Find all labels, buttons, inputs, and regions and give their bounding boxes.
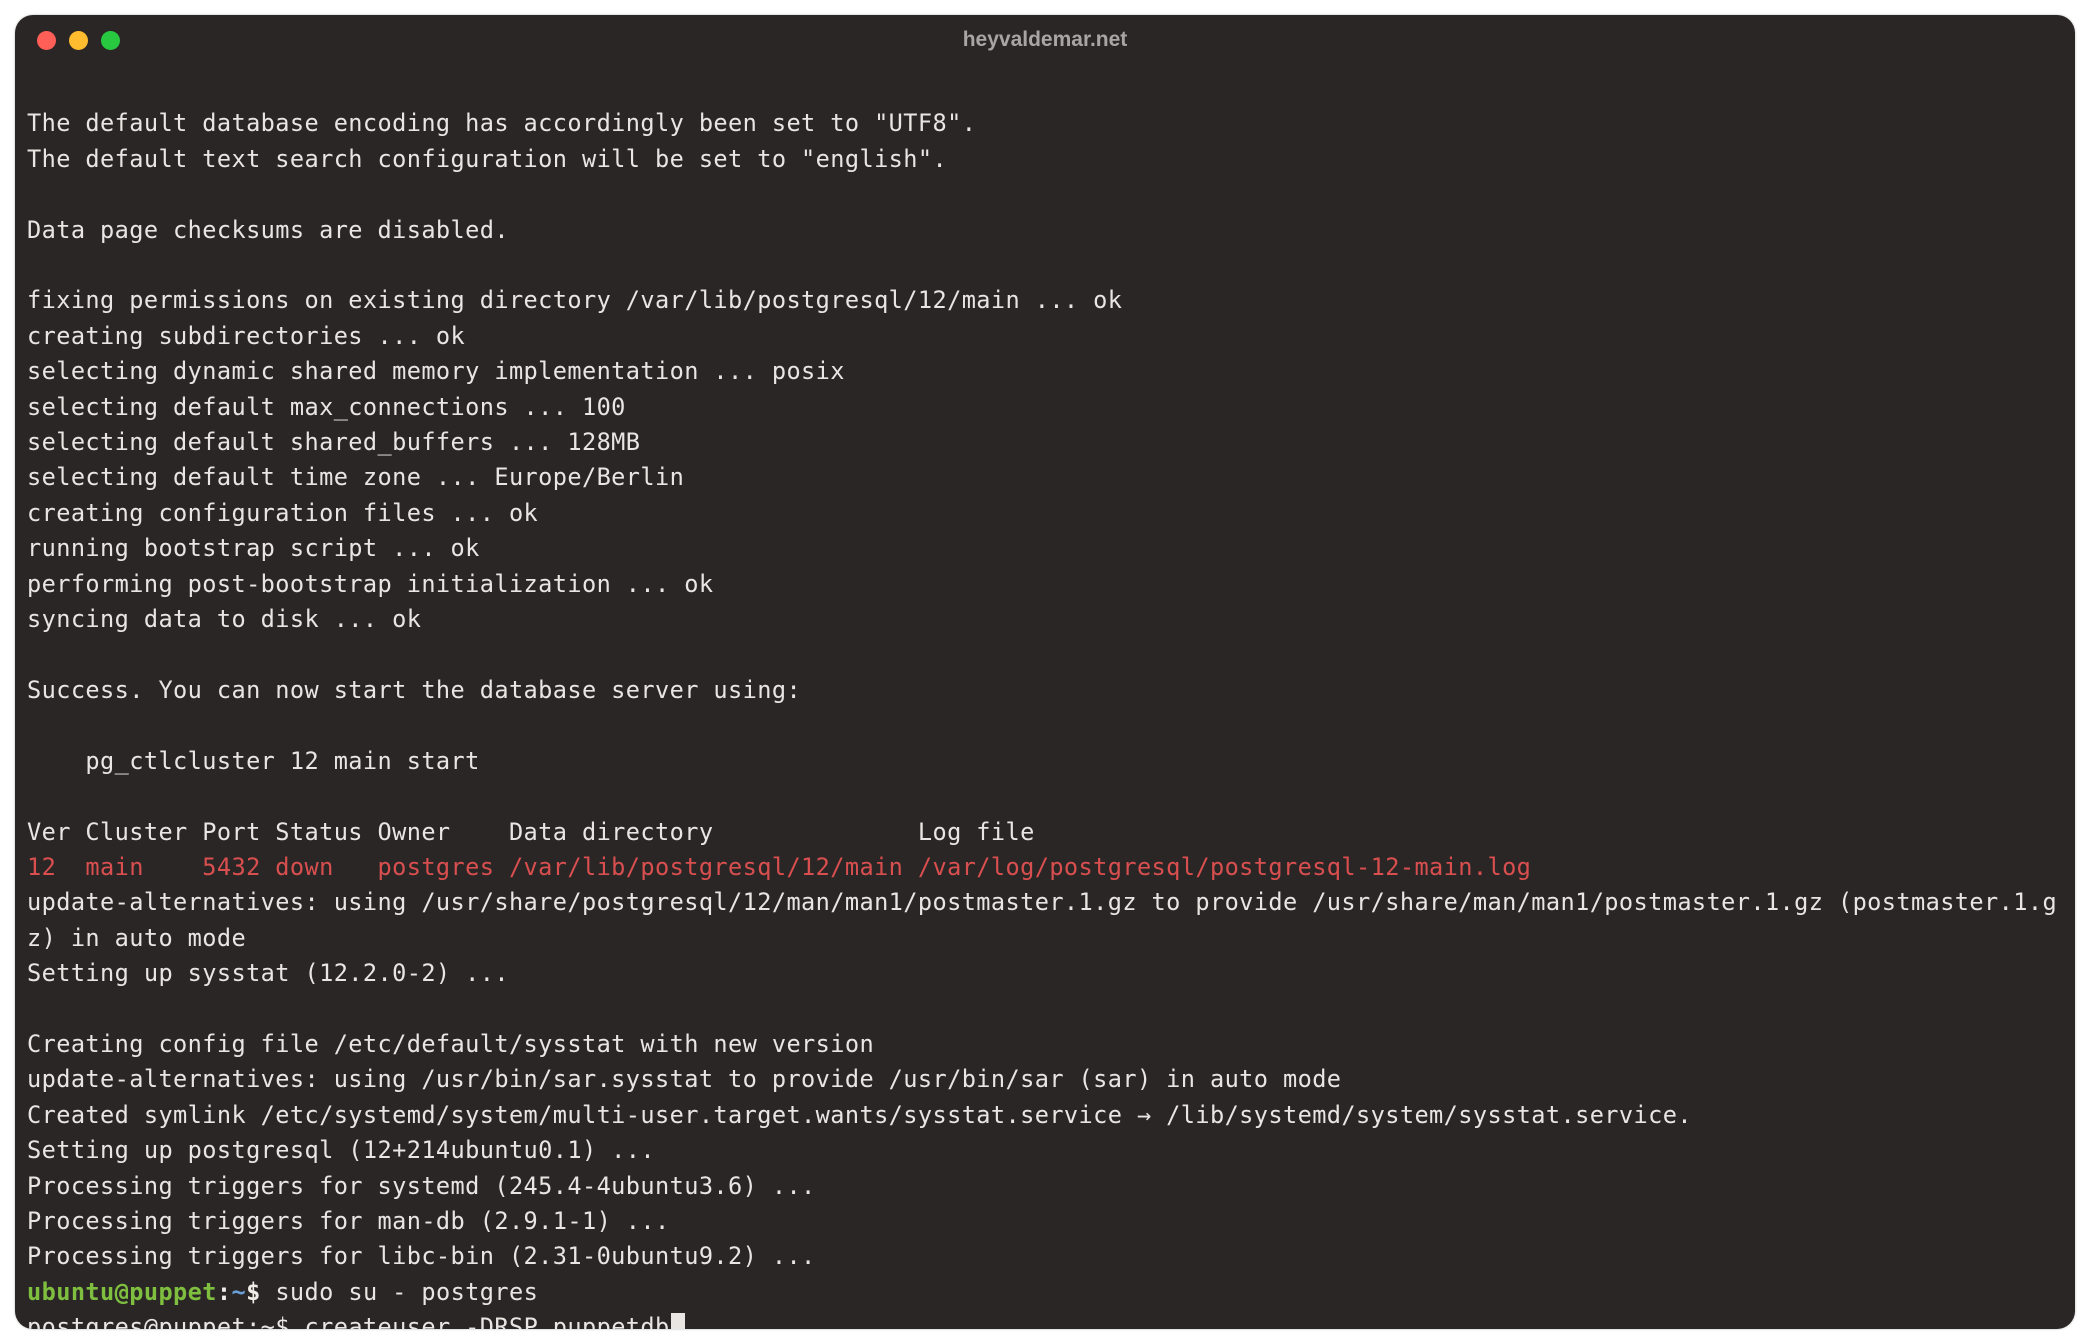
prompt-line-2[interactable]: postgres@puppet:~$ createuser -DRSP pupp… bbox=[27, 1313, 685, 1329]
cursor-icon bbox=[671, 1313, 685, 1329]
output-line: selecting default time zone ... Europe/B… bbox=[27, 463, 684, 491]
output-line: fixing permissions on existing directory… bbox=[27, 286, 1122, 314]
output-line: selecting default max_connections ... 10… bbox=[27, 393, 626, 421]
output-line: Processing triggers for man-db (2.9.1-1)… bbox=[27, 1207, 670, 1235]
output-line: Ver Cluster Port Status Owner Data direc… bbox=[27, 818, 1035, 846]
terminal-body[interactable]: The default database encoding has accord… bbox=[15, 65, 2075, 1329]
output-line: selecting dynamic shared memory implemen… bbox=[27, 357, 845, 385]
prompt-command: sudo su - postgres bbox=[275, 1278, 538, 1306]
terminal-window: heyvaldemar.net The default database enc… bbox=[15, 15, 2075, 1329]
prompt-prefix: postgres@puppet:~$ bbox=[27, 1313, 305, 1329]
output-line: creating subdirectories ... ok bbox=[27, 322, 465, 350]
prompt-user-host: ubuntu@puppet bbox=[27, 1278, 217, 1306]
output-line: performing post-bootstrap initialization… bbox=[27, 570, 713, 598]
output-line: Processing triggers for systemd (245.4-4… bbox=[27, 1172, 816, 1200]
prompt-command: createuser -DRSP puppetdb bbox=[305, 1313, 670, 1329]
window-title: heyvaldemar.net bbox=[15, 28, 2075, 52]
prompt-colon: : bbox=[217, 1278, 232, 1306]
output-line: Processing triggers for libc-bin (2.31-0… bbox=[27, 1242, 816, 1270]
output-line: The default text search configuration wi… bbox=[27, 145, 947, 173]
output-line: Success. You can now start the database … bbox=[27, 676, 801, 704]
output-line: Created symlink /etc/systemd/system/mult… bbox=[27, 1101, 1692, 1129]
titlebar: heyvaldemar.net bbox=[15, 15, 2075, 65]
prompt-line-1: ubuntu@puppet:~$ sudo su - postgres bbox=[27, 1278, 538, 1306]
output-line: Creating config file /etc/default/syssta… bbox=[27, 1030, 874, 1058]
prompt-symbol: $ bbox=[246, 1278, 275, 1306]
output-line: Setting up postgresql (12+214ubuntu0.1) … bbox=[27, 1136, 655, 1164]
output-line: running bootstrap script ... ok bbox=[27, 534, 480, 562]
output-line: Data page checksums are disabled. bbox=[27, 216, 509, 244]
output-line: selecting default shared_buffers ... 128… bbox=[27, 428, 640, 456]
output-line: creating configuration files ... ok bbox=[27, 499, 538, 527]
prompt-path: ~ bbox=[231, 1278, 246, 1306]
output-line: Setting up sysstat (12.2.0-2) ... bbox=[27, 959, 509, 987]
output-line: syncing data to disk ... ok bbox=[27, 605, 421, 633]
output-line: update-alternatives: using /usr/bin/sar.… bbox=[27, 1065, 1341, 1093]
output-line-warning: 12 main 5432 down postgres /var/lib/post… bbox=[27, 853, 1531, 881]
output-line: update-alternatives: using /usr/share/po… bbox=[27, 888, 2057, 951]
output-line: The default database encoding has accord… bbox=[27, 109, 976, 137]
output-line: pg_ctlcluster 12 main start bbox=[27, 747, 480, 775]
